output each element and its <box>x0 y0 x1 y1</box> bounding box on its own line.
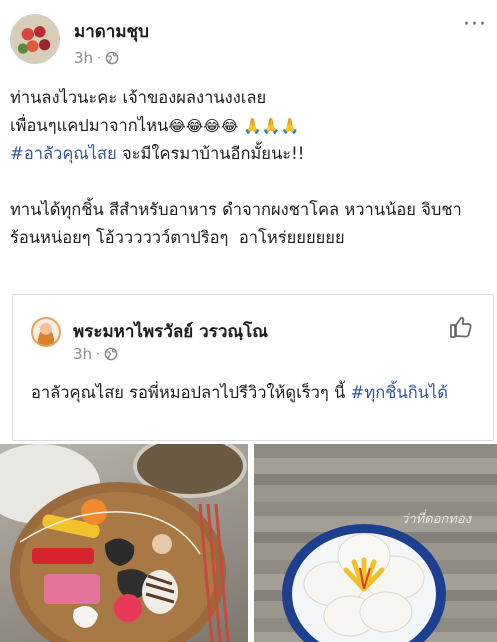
dessert-tray-photo <box>0 444 247 642</box>
shared-hashtag-link[interactable]: #ทุกชิ้นกินได้ <box>351 383 448 402</box>
more-options-icon[interactable]: ··· <box>463 14 487 36</box>
photo-grid: ว่าที่ดอกทอง <box>0 444 497 642</box>
post-line-2: เพื่อนๆแคปมาจากไหน😂😂😂😂 🙏🙏🙏 <box>10 112 490 140</box>
red-bar-sweet <box>32 548 94 564</box>
post-spacer <box>10 168 490 196</box>
photo-right[interactable]: ว่าที่ดอกทอง <box>254 444 497 642</box>
like-icon[interactable] <box>449 315 473 339</box>
petal-bottom-right <box>359 591 413 633</box>
shared-post-time[interactable]: 3h <box>73 345 92 363</box>
post-line-1: ท่านลงไวนะคะ เจ้าของผลงานงงเลย <box>10 88 267 107</box>
photo-watermark: ว่าที่ดอกทอง <box>400 512 471 527</box>
emoji-group: 😂😂😂😂 🙏🙏🙏 <box>168 117 300 135</box>
post-meta: 3h · <box>74 49 119 67</box>
shared-meta-separator: · <box>96 347 100 361</box>
photo-left[interactable] <box>0 444 248 642</box>
post-paragraph-2: ทานได้ทุกชิ้น สีสำหรับอาหาร ดำจากผงชาโคล… <box>10 200 462 247</box>
beige-sweet <box>152 534 172 554</box>
red-ball-sweet <box>114 594 142 622</box>
globe-icon <box>105 51 119 65</box>
post-text: ท่านลงไวนะคะ เจ้าของผลงานงงเลย เพื่อนๆแค… <box>10 84 490 252</box>
hashtag-link[interactable]: #อาลัวคุณไสย <box>10 144 117 163</box>
post-time[interactable]: 3h <box>74 49 93 67</box>
meta-separator: · <box>97 51 101 65</box>
shared-post-text: อาลัวคุณไสย รอพี่หมอปลาไปรีวิวให้ดูเร็วๆ… <box>31 379 486 406</box>
author-name[interactable]: มาดามชุบ <box>74 18 149 45</box>
post-line-3-text: จะมีใครมาบ้านอีกมั้ยนะ!! <box>116 144 305 163</box>
post-line-3: #อาลัวคุณไสย จะมีใครมาบ้านอีกมั้ยนะ!! <box>10 140 490 168</box>
shared-author-name[interactable]: พระมหาไพรวัลย์ วรวณฺโณ <box>73 318 268 345</box>
shared-author-avatar[interactable] <box>31 317 61 347</box>
shared-text-body: อาลัวคุณไสย รอพี่หมอปลาไปรีวิวให้ดูเร็วๆ… <box>31 383 351 402</box>
post-line-2-text: เพื่อนๆแคปมาจากไหน <box>10 116 169 135</box>
post-header: มาดามชุบ 3h · ··· <box>0 0 497 80</box>
flower-sweet-photo <box>282 524 446 642</box>
author-avatar[interactable] <box>10 14 60 64</box>
pink-soap-sweet <box>44 574 100 604</box>
shared-post-meta: 3h · <box>73 345 118 363</box>
globe-icon <box>104 347 118 361</box>
shared-post-card[interactable]: พระมหาไพรวัลย์ วรวณฺโณ 3h · อาลัวคุณไสย … <box>12 294 494 441</box>
